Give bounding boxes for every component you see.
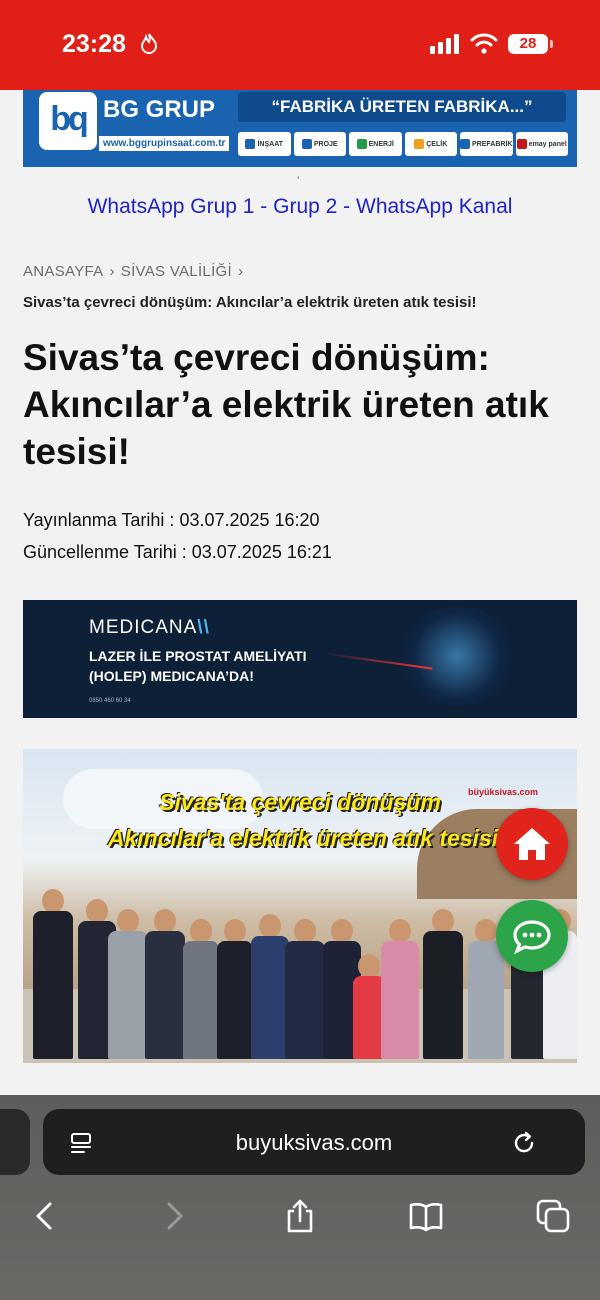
ad-headline-line2: (HOLEP) MEDICANA’DA!: [89, 668, 254, 684]
share-icon[interactable]: [283, 1199, 317, 1233]
chevron-right-icon: ›: [109, 263, 115, 280]
status-bar: 23:28 28: [0, 0, 600, 90]
battery-indicator: 28: [508, 34, 548, 54]
brand-logo-icon: [356, 139, 367, 149]
forward-icon[interactable]: [157, 1199, 191, 1233]
banner-brand-item: ÇELİK: [404, 132, 457, 156]
brand-logo-icon: [460, 139, 471, 149]
photo-person: [251, 914, 289, 1059]
photo-person: [423, 909, 463, 1059]
status-time: 23:28: [62, 30, 126, 58]
banner-brand-name: BG GRUP: [103, 96, 216, 123]
updated-label: Güncellenme Tarihi :: [23, 542, 187, 562]
breadcrumb-current: Sivas’ta çevreci dönüşüm: Akıncılar’a el…: [23, 294, 477, 311]
photo-watermark: büyüksivas.com: [468, 787, 539, 797]
tabs-icon[interactable]: [536, 1199, 570, 1233]
published-date: Yayınlanma Tarihi : 03.07.2025 16:20: [23, 510, 320, 531]
wifi-icon: [470, 33, 498, 54]
banner-brand-list: İNŞAAT PROJE ENERJİ ÇELİK PREFABRİK emay…: [238, 132, 568, 156]
ad-phone: 0850 460 60 34: [89, 698, 131, 704]
banner-url: www.bggrupinsaat.com.tr: [99, 136, 230, 151]
chevron-right-icon: ›: [237, 263, 244, 280]
ad-brand: MEDICANA\\: [89, 617, 210, 638]
photo-person: [285, 919, 325, 1059]
battery-tip: [550, 40, 553, 48]
updated-value: 03.07.2025 16:21: [191, 542, 332, 562]
flame-icon: [140, 33, 158, 54]
whatsapp-links[interactable]: WhatsApp Grup 1 - Grup 2 - WhatsApp Kana…: [0, 195, 600, 219]
photo-person: [381, 919, 419, 1059]
address-bar[interactable]: buyuksivas.com: [43, 1109, 585, 1175]
brand-logo-icon: [414, 139, 425, 149]
breadcrumb-home[interactable]: ANASAYFA: [23, 263, 103, 280]
updated-date: Güncellenme Tarihi : 03.07.2025 16:21: [23, 542, 332, 563]
ad-glow-graphic: [397, 606, 517, 706]
home-icon: [514, 828, 550, 860]
banner-brand-item: emay panel: [515, 132, 568, 156]
page-content: bq BG GRUP www.bggrupinsaat.com.tr “FABR…: [0, 90, 600, 1095]
home-fab-button[interactable]: [496, 808, 568, 880]
brand-logo-icon: [301, 139, 312, 149]
back-icon[interactable]: [28, 1199, 62, 1233]
breadcrumb: ANASAYFA › SİVAS VALİLİĞİ ›: [23, 263, 249, 280]
photo-person: [183, 919, 219, 1059]
medicana-ad[interactable]: MEDICANA\\ LAZER İLE PROSTAT AMELİYATI (…: [23, 600, 577, 718]
bookmarks-icon[interactable]: [409, 1199, 443, 1233]
article-photo[interactable]: Sivas'ta çevreci dönüşüm Akıncılar'a ele…: [23, 749, 577, 1063]
reload-icon[interactable]: [511, 1130, 537, 1156]
bg-logo-icon: bq: [39, 92, 97, 150]
banner-slogan: “FABRİKA ÜRETEN FABRİKA...”: [238, 92, 566, 122]
article-title: Sivas’ta çevreci dönüşüm: Akıncılar’a el…: [23, 337, 549, 472]
cellular-signal-icon: [430, 34, 459, 54]
divider-mark: ʼ: [297, 176, 300, 187]
photo-person: [33, 889, 73, 1059]
bg-grup-banner[interactable]: bq BG GRUP www.bggrupinsaat.com.tr “FABR…: [23, 90, 577, 167]
photo-crowd: [23, 879, 577, 1059]
browser-toolbar: buyuksivas.com: [0, 1095, 600, 1300]
photo-caption-line2: Akıncılar'a elektrik üreten atık tesisi: [107, 825, 499, 851]
chat-icon: [513, 920, 551, 955]
ad-headline-line1: LAZER İLE PROSTAT AMELİYATI: [89, 648, 307, 664]
brand-logo-icon: [516, 139, 527, 149]
published-label: Yayınlanma Tarihi :: [23, 510, 175, 530]
photo-person: [217, 919, 253, 1059]
banner-brand-item: İNŞAAT: [238, 132, 291, 156]
banner-brand-item: PROJE: [293, 132, 346, 156]
banner-brand-item: PREFABRİK: [460, 132, 513, 156]
previous-tab-peek[interactable]: [0, 1109, 30, 1175]
address-url[interactable]: buyuksivas.com: [43, 1130, 585, 1156]
chat-fab-button[interactable]: [496, 900, 568, 972]
breadcrumb-category[interactable]: SİVAS VALİLİĞİ: [121, 263, 232, 280]
photo-person: [145, 909, 185, 1059]
published-value: 03.07.2025 16:20: [179, 510, 320, 530]
photo-person: [108, 909, 148, 1059]
banner-brand-item: ENERJİ: [349, 132, 402, 156]
brand-logo-icon: [245, 139, 256, 149]
